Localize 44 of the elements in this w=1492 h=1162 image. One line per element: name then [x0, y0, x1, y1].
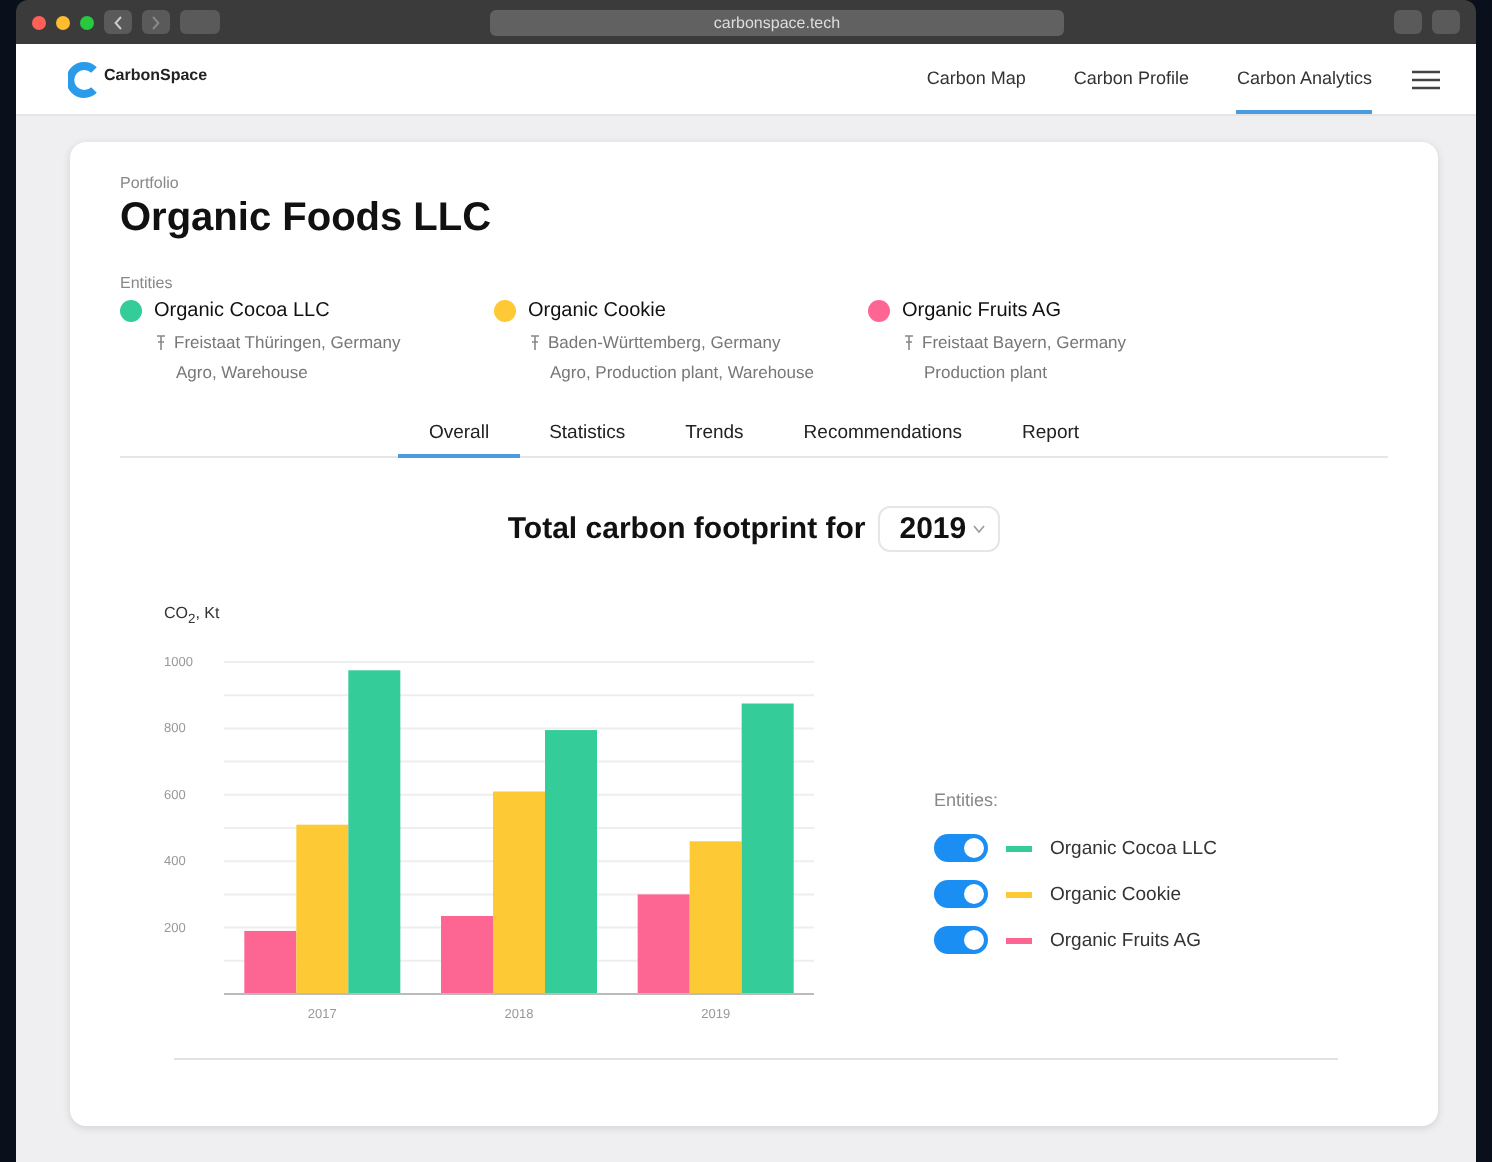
entity-name: Organic Cookie: [528, 300, 666, 322]
tab[interactable]: Trends: [655, 422, 774, 458]
pin-icon: [904, 333, 914, 351]
nav-link[interactable]: Carbon Profile: [1073, 44, 1189, 114]
entity-name: Organic Fruits AG: [902, 300, 1061, 322]
entity-name: Organic Cocoa LLC: [154, 300, 330, 322]
tab[interactable]: Report: [992, 422, 1110, 458]
entity-location: Freistaat Bayern, Germany: [922, 332, 1127, 352]
chevron-right-icon: [152, 15, 160, 29]
logo-text: CarbonSpace: [104, 65, 208, 83]
toggle-switch[interactable]: [934, 880, 988, 909]
entity-location: Freistaat Thüringen, Germany: [174, 332, 401, 352]
axis-label: CO$_{2}$, Kt: [164, 604, 220, 628]
logo-icon: [68, 61, 100, 97]
toggle-switch[interactable]: [934, 926, 988, 955]
chevron-icon: [972, 524, 987, 534]
minimize-window-icon[interactable]: [56, 15, 70, 29]
maximize-window-icon[interactable]: [80, 15, 94, 29]
entity-types: Agro, Warehouse: [176, 362, 310, 382]
portfolio-title: Organic Foods LLC: [120, 196, 494, 242]
back-button[interactable]: [104, 10, 132, 34]
toggle-switch[interactable]: [934, 834, 988, 863]
nav-link[interactable]: Carbon Map: [926, 44, 1026, 114]
section-label: Entities: [120, 274, 175, 292]
legend-label: Organic Cookie: [1050, 883, 1181, 906]
entity-types: Production plant: [924, 362, 1049, 382]
chevron-left-icon: [114, 15, 122, 29]
year-dropdown[interactable]: 2019: [877, 506, 1001, 552]
tab[interactable]: Overall: [398, 422, 520, 458]
chart-title: Total carbon footprint for: [507, 512, 866, 546]
tab[interactable]: Recommendations: [773, 422, 993, 458]
entity-location: Baden-Württemberg, Germany: [548, 332, 781, 352]
address-bar[interactable]: carbonspace.tech: [490, 9, 1064, 35]
legend-title: Entities:: [934, 790, 1001, 811]
forward-button[interactable]: [142, 10, 170, 34]
legend-label: Organic Fruits AG: [1050, 929, 1201, 952]
section-label: Portfolio: [120, 174, 181, 192]
close-window-icon[interactable]: [32, 15, 46, 29]
pin-icon: [156, 333, 166, 351]
pin-icon: [530, 333, 540, 351]
entity-types: Agro, Production plant, Warehouse: [550, 362, 816, 382]
menu-icon[interactable]: [1412, 69, 1440, 89]
tab[interactable]: Statistics: [519, 422, 656, 458]
legend-label: Organic Cocoa LLC: [1050, 837, 1217, 860]
